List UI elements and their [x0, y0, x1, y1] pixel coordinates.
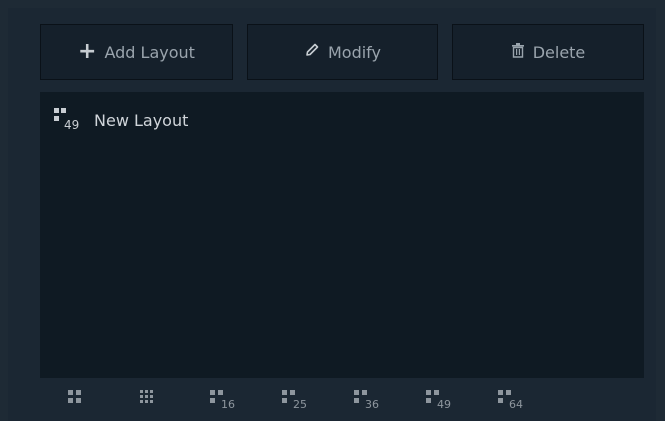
trash-icon [511, 42, 525, 62]
grid-icon: 49 [54, 106, 84, 134]
modify-label: Modify [327, 42, 381, 62]
delete-button[interactable]: Delete [452, 24, 644, 80]
grid-36-button[interactable]: 36 [354, 390, 394, 416]
grid-25-button[interactable]: 25 [282, 390, 322, 416]
add-layout-button[interactable]: + Add Layout [40, 24, 233, 80]
layout-name: New Layout [94, 110, 189, 130]
grid-16-button[interactable]: 16 [210, 390, 250, 416]
grid-selector-bar: 16 25 36 49 64 [40, 378, 644, 421]
delete-label: Delete [532, 42, 586, 62]
grid-64-button[interactable]: 64 [498, 390, 538, 416]
pencil-icon [304, 42, 320, 62]
add-layout-label: Add Layout [104, 42, 195, 62]
layout-list[interactable]: 49 New Layout [40, 92, 644, 378]
modify-button[interactable]: Modify [247, 24, 438, 80]
grid-3x3-button[interactable] [140, 390, 180, 416]
list-item[interactable]: 49 New Layout [54, 106, 188, 134]
grid-49-button[interactable]: 49 [426, 390, 466, 416]
plus-icon: + [78, 39, 97, 64]
grid-2x2-button[interactable] [68, 390, 108, 416]
